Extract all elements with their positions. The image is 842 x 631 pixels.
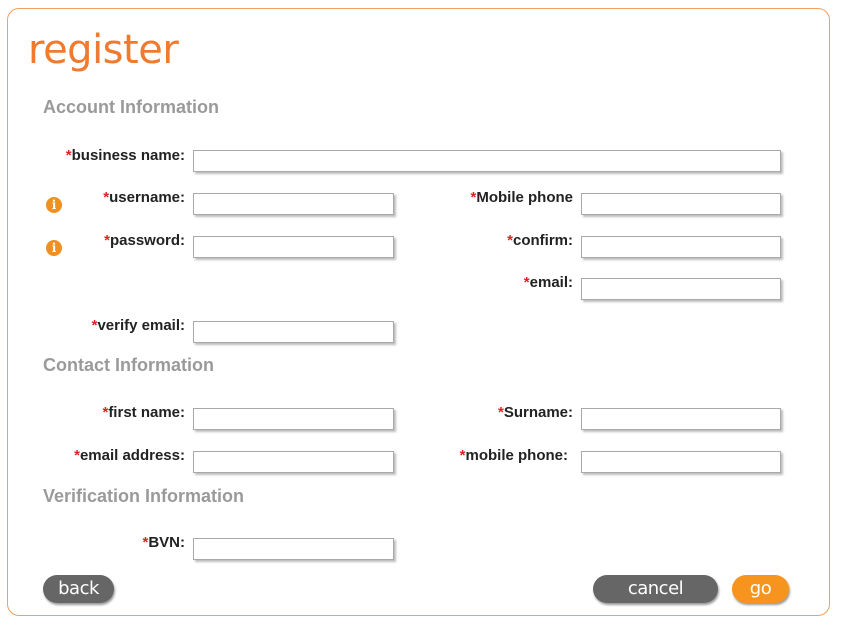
email-label: *email:: [523, 274, 573, 291]
email-address-input[interactable]: [193, 451, 394, 473]
first-name-label: *first name:: [102, 404, 185, 421]
business-name-input[interactable]: [193, 150, 781, 172]
page-title: register: [28, 27, 179, 73]
business-name-label: *business name:: [65, 147, 185, 164]
section-verification-information: Verification Information: [43, 486, 245, 506]
confirm-label: *confirm:: [507, 232, 573, 249]
verify-email-input[interactable]: [193, 321, 394, 343]
username-label: *username:: [103, 189, 185, 206]
section-account-information: Account Information: [43, 97, 219, 117]
bvn-input[interactable]: [193, 538, 394, 560]
password-label: *password:: [104, 232, 185, 249]
mobile-phone-account-label: *Mobile phone: [470, 189, 573, 206]
mobile-phone-contact-label: *mobile phone:: [459, 447, 568, 464]
surname-input[interactable]: [581, 408, 781, 430]
email-address-label: *email address:: [74, 447, 185, 464]
first-name-input[interactable]: [193, 408, 394, 430]
password-input[interactable]: [193, 236, 394, 258]
back-button[interactable]: back: [43, 575, 114, 603]
cancel-button[interactable]: cancel: [593, 575, 718, 603]
go-button[interactable]: go: [732, 575, 789, 603]
email-input[interactable]: [581, 278, 781, 300]
username-input[interactable]: [193, 193, 394, 215]
bvn-label: *BVN:: [142, 534, 185, 551]
verify-email-label: *verify email:: [91, 317, 185, 334]
username-info-icon[interactable]: i: [46, 197, 62, 213]
section-contact-information: Contact Information: [43, 355, 214, 375]
password-info-icon[interactable]: i: [46, 240, 62, 256]
confirm-input[interactable]: [581, 236, 781, 258]
mobile-phone-account-input[interactable]: [581, 193, 781, 215]
mobile-phone-contact-input[interactable]: [581, 451, 781, 473]
surname-label: *Surname:: [497, 404, 573, 421]
